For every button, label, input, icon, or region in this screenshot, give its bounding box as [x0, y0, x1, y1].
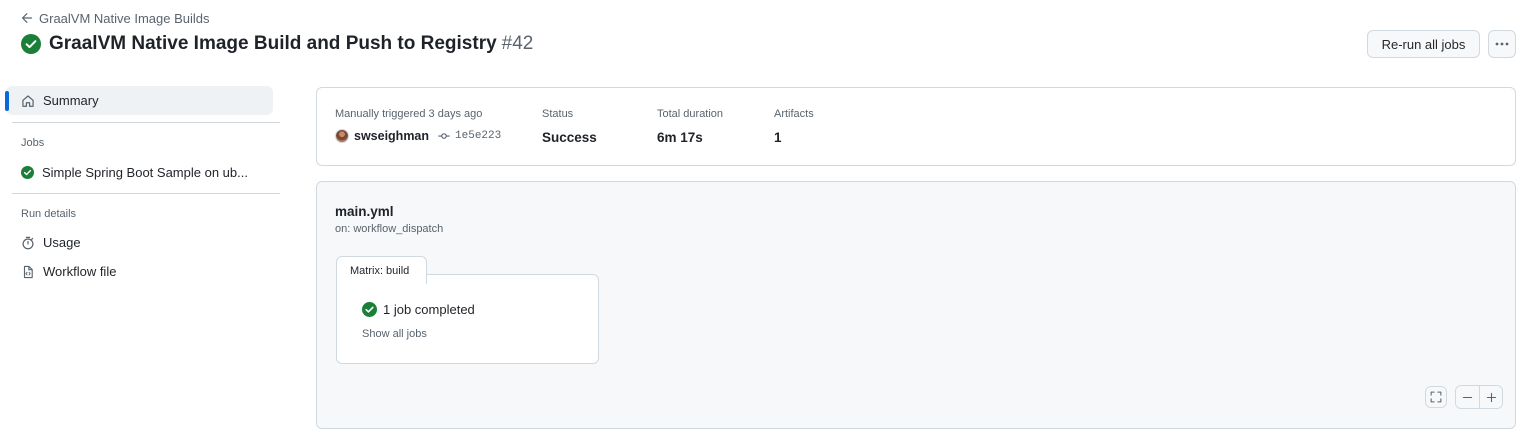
- run-details-heading: Run details: [21, 208, 77, 220]
- sidebar-item-label: Summary: [43, 93, 99, 108]
- workflow-run-title: GraalVM Native Image Build and Push to R…: [49, 33, 497, 54]
- show-all-jobs-link[interactable]: Show all jobs: [362, 328, 427, 340]
- file-code-icon: [21, 265, 35, 279]
- duration-label: Total duration: [657, 108, 724, 120]
- sidebar-item-label: Workflow file: [43, 264, 117, 279]
- zoom-group: [1455, 385, 1503, 409]
- fullscreen-button[interactable]: [1425, 386, 1447, 408]
- trigger-details: swseighman 1e5e223: [335, 129, 501, 143]
- jobs-heading: Jobs: [21, 137, 45, 149]
- screen-full-icon: [1430, 391, 1442, 403]
- page-title-row: GraalVM Native Image Build and Push to R…: [21, 31, 533, 57]
- sidebar-item-job[interactable]: Simple Spring Boot Sample on ub...: [6, 158, 281, 187]
- job-status-row: 1 job completed: [362, 302, 475, 317]
- zoom-out-button[interactable]: [1456, 386, 1479, 408]
- check-circle-icon: [21, 166, 34, 179]
- home-icon: [21, 94, 35, 108]
- status-value: Success: [542, 130, 597, 145]
- matrix-card[interactable]: 1 job completed Show all jobs: [336, 274, 599, 364]
- run-summary-card: Manually triggered 3 days ago swseighman…: [316, 87, 1516, 166]
- job-status-text: 1 job completed: [383, 302, 475, 317]
- back-link-label: GraalVM Native Image Builds: [39, 10, 210, 26]
- sidebar-item-summary[interactable]: Summary: [5, 86, 273, 115]
- avatar[interactable]: [335, 129, 349, 143]
- duration-value: 6m 17s: [657, 130, 703, 145]
- sidebar: Summary Jobs Simple Spring Boot Sample o…: [5, 86, 281, 286]
- artifacts-label: Artifacts: [774, 108, 814, 120]
- workflow-graph-panel: main.yml on: workflow_dispatch Matrix: b…: [316, 181, 1516, 429]
- status-label: Status: [542, 108, 574, 120]
- rerun-all-jobs-button[interactable]: Re-run all jobs: [1367, 30, 1480, 58]
- sidebar-item-usage[interactable]: Usage: [6, 228, 281, 257]
- check-circle-icon: [362, 302, 377, 317]
- stopwatch-icon: [21, 236, 35, 250]
- actor-link[interactable]: swseighman: [354, 129, 429, 143]
- artifacts-value[interactable]: 1: [774, 130, 782, 145]
- zoom-in-button[interactable]: [1479, 386, 1502, 408]
- dash-icon: [1462, 392, 1473, 403]
- page-title: GraalVM Native Image Build and Push to R…: [49, 33, 533, 55]
- zoom-controls: [1425, 385, 1503, 409]
- commit-link[interactable]: 1e5e223: [455, 130, 501, 142]
- sidebar-item-label: Usage: [43, 235, 81, 250]
- workflow-file-name: main.yml: [335, 204, 394, 219]
- back-link[interactable]: GraalVM Native Image Builds: [21, 9, 210, 27]
- arrow-left-icon: [21, 12, 33, 24]
- sidebar-item-label: Simple Spring Boot Sample on ub...: [42, 165, 248, 180]
- more-options-button[interactable]: [1488, 30, 1516, 58]
- trigger-label: Manually triggered 3 days ago: [335, 108, 483, 120]
- check-circle-icon: [21, 34, 41, 54]
- plus-icon: [1486, 392, 1497, 403]
- workflow-trigger: on: workflow_dispatch: [335, 223, 444, 235]
- git-commit-icon: [438, 130, 450, 142]
- sidebar-item-workflow-file[interactable]: Workflow file: [6, 257, 281, 286]
- matrix-tab: Matrix: build: [336, 256, 427, 284]
- kebab-horizontal-icon: [1495, 42, 1509, 46]
- run-number: #42: [501, 33, 534, 54]
